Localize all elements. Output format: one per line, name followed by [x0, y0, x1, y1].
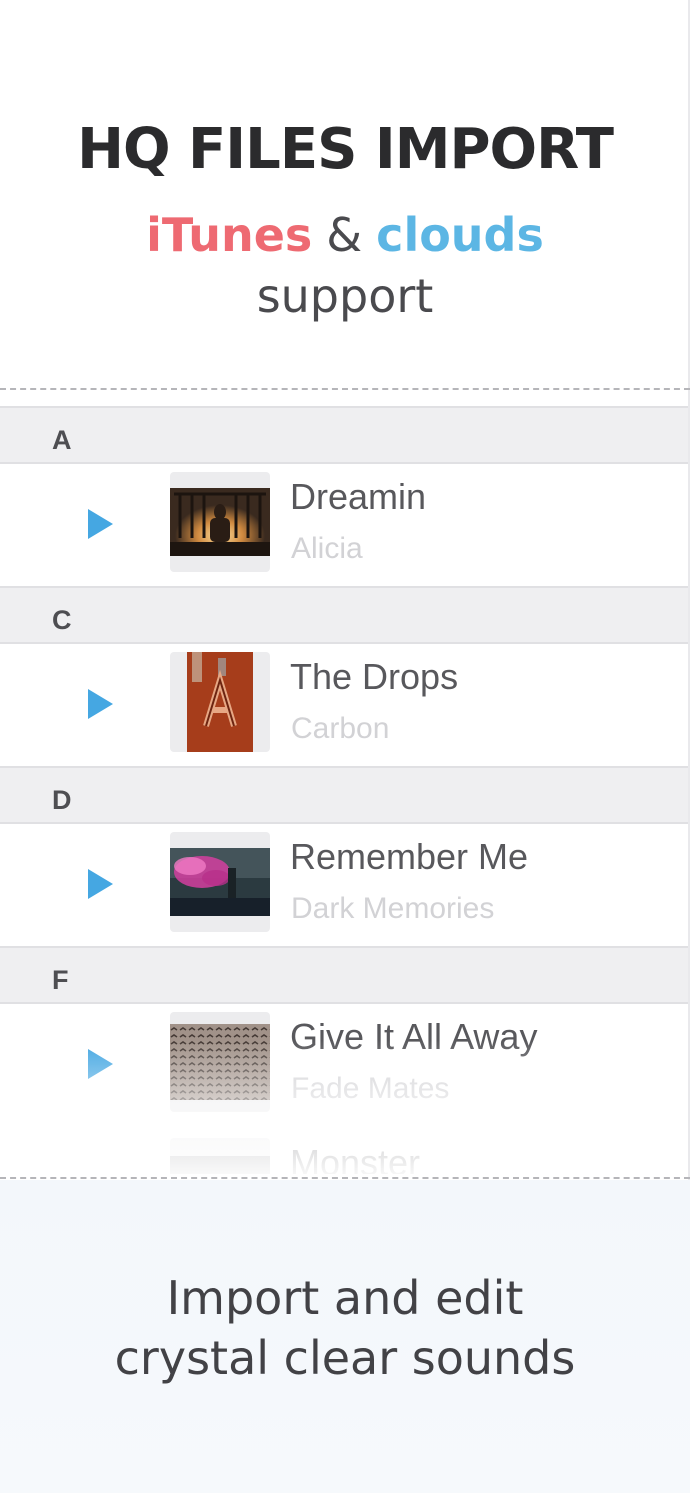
ampersand: & — [326, 208, 363, 262]
track-artist: Dark Memories — [291, 892, 495, 925]
section-letter: F — [52, 965, 69, 995]
hero-title: HQ FILES IMPORT — [77, 117, 614, 182]
track-title: The Drops — [290, 656, 459, 697]
track-row-the-drops[interactable]: The Drops Carbon — [0, 644, 688, 766]
footer-line-2: crystal clear sounds — [114, 1331, 576, 1385]
play-icon[interactable] — [88, 509, 113, 539]
album-artwork — [170, 1138, 270, 1174]
track-row-monster[interactable]: Monster — [0, 1126, 688, 1174]
album-artwork — [170, 652, 270, 752]
track-title: Remember Me — [290, 836, 529, 877]
section-header-c: C — [0, 586, 688, 644]
support-label: support — [256, 269, 434, 323]
footer-line-1: Import and edit — [166, 1271, 524, 1325]
hero-subtitle: iTunes & clouds — [0, 205, 690, 265]
clouds-label: clouds — [376, 208, 544, 262]
play-icon[interactable] — [88, 869, 113, 899]
track-row-remember-me[interactable]: Remember Me Dark Memories — [0, 824, 688, 946]
track-artist: Carbon — [291, 712, 390, 745]
album-artwork — [170, 472, 270, 572]
track-title: Give It All Away — [290, 1016, 538, 1057]
play-icon[interactable] — [88, 689, 113, 719]
top-dashed-divider — [0, 388, 690, 390]
footer-caption: Import and edit crystal clear sounds — [0, 1180, 690, 1493]
bottom-dashed-divider — [0, 1177, 690, 1179]
section-header-f: F — [0, 946, 688, 1004]
section-letter: A — [52, 425, 72, 455]
section-letter: D — [52, 785, 72, 815]
track-row-give-it-all-away[interactable]: Give It All Away Fade Mates — [0, 1004, 688, 1126]
album-artwork — [170, 1012, 270, 1112]
section-header-d: D — [0, 766, 688, 824]
hero-header: HQ FILES IMPORT iTunes & clouds support — [0, 0, 690, 390]
section-header-a: A — [0, 406, 688, 464]
album-artwork — [170, 832, 270, 932]
track-artist: Alicia — [291, 532, 363, 565]
track-title: Monster — [290, 1142, 421, 1174]
section-letter: C — [52, 605, 72, 635]
track-artist: Fade Mates — [291, 1072, 450, 1105]
play-icon[interactable] — [88, 1049, 113, 1079]
itunes-label: iTunes — [146, 208, 313, 262]
track-list[interactable]: A Dreamin Alicia C The Drops Carbon D Re… — [0, 406, 688, 1174]
track-title: Dreamin — [290, 476, 427, 517]
track-row-dreamin[interactable]: Dreamin Alicia — [0, 464, 688, 586]
